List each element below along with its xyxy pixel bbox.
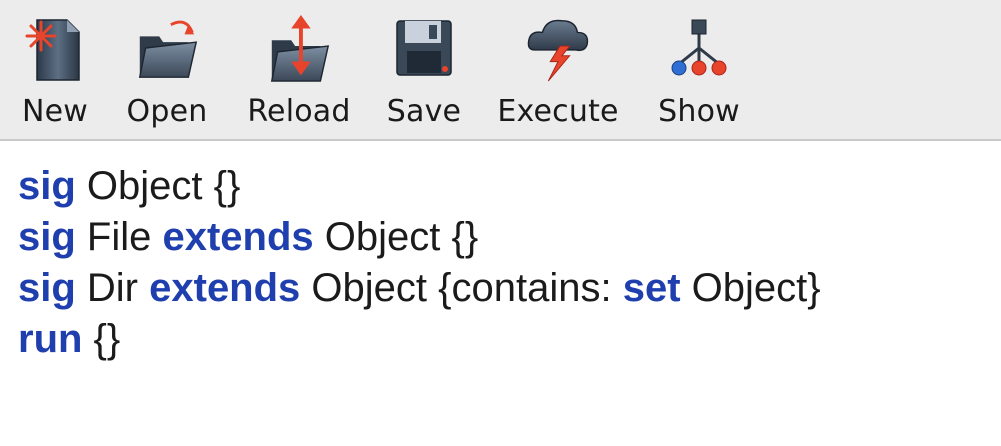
show-tree-icon <box>664 10 734 86</box>
execute-icon <box>523 10 593 86</box>
toolbar: New Open Reload Save Execute Show <box>0 0 1001 141</box>
code-text[interactable]: sig Object {} sig File extends Object {} s… <box>18 161 821 365</box>
reload-icon <box>264 10 334 86</box>
open-label: Open <box>126 94 208 129</box>
code-token: Object {} <box>313 215 479 259</box>
code-token: {} <box>82 317 121 361</box>
code-keyword: sig <box>18 215 76 259</box>
code-line[interactable]: sig Object {} <box>18 161 821 212</box>
code-keyword: set <box>622 266 681 310</box>
code-editor[interactable]: sig Object {} sig File extends Object {} s… <box>0 141 1001 446</box>
code-keyword: sig <box>18 266 76 310</box>
save-label: Save <box>386 94 462 129</box>
save-icon <box>389 10 459 86</box>
code-line[interactable]: sig File extends Object {} <box>18 212 821 263</box>
code-token: Object {} <box>75 164 241 208</box>
code-keyword: extends <box>162 215 314 259</box>
code-token: Dir <box>75 266 150 310</box>
code-token: File <box>75 215 163 259</box>
execute-label: Execute <box>497 94 619 129</box>
code-token: Object} <box>680 266 821 310</box>
code-keyword: sig <box>18 164 76 208</box>
open-folder-icon <box>132 10 202 86</box>
new-button[interactable]: New <box>18 0 92 141</box>
save-button[interactable]: Save <box>386 0 462 141</box>
code-line[interactable]: sig Dir extends Object {contains: set Ob… <box>18 263 821 314</box>
code-keyword: run <box>18 317 83 361</box>
execute-button[interactable]: Execute <box>496 0 620 141</box>
reload-label: Reload <box>247 94 351 129</box>
reload-button[interactable]: Reload <box>246 0 352 141</box>
new-label: New <box>21 94 89 129</box>
show-button[interactable]: Show <box>655 0 743 141</box>
code-line[interactable]: run {} <box>18 314 821 365</box>
code-token: Object {contains: <box>300 266 623 310</box>
code-keyword: extends <box>149 266 301 310</box>
show-label: Show <box>658 94 740 129</box>
open-button[interactable]: Open <box>124 0 210 141</box>
new-file-icon <box>20 10 90 86</box>
